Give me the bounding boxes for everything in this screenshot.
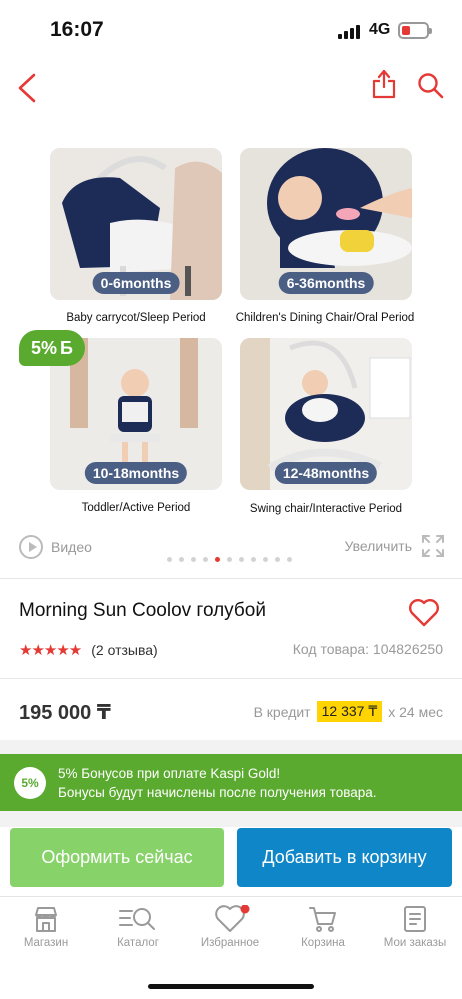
play-icon — [19, 535, 43, 559]
pagination-dot[interactable] — [287, 557, 292, 562]
gallery-tile-swing: 12-48months — [240, 338, 412, 490]
tab-store[interactable]: Магазин — [0, 905, 92, 949]
gallery-tile-dining-chair: 6-36months — [240, 148, 412, 300]
status-time: 16:07 — [50, 18, 104, 41]
tab-label: Магазин — [23, 937, 69, 949]
gallery-pagination[interactable] — [167, 557, 292, 562]
search-icon[interactable] — [417, 72, 445, 100]
pagination-dot[interactable] — [179, 557, 184, 562]
discount-badge: 5% Б — [19, 330, 85, 366]
age-badge: 0-6months — [92, 272, 180, 294]
tile-caption: Children's Dining Chair/Oral Period — [235, 312, 415, 324]
tab-favorites[interactable]: Избранное — [184, 905, 276, 949]
pagination-dot[interactable] — [251, 557, 256, 562]
tab-orders[interactable]: Мои заказы — [369, 905, 461, 949]
product-title: Morning Sun Coolov голубой — [19, 600, 266, 621]
discount-percent: 5% — [31, 337, 58, 358]
expand-icon — [422, 535, 444, 557]
orders-icon — [404, 906, 426, 932]
catalog-search-icon — [119, 908, 155, 930]
video-label: Видео — [51, 539, 92, 555]
product-price: 195 000 ₸ — [19, 702, 111, 724]
tab-catalog[interactable]: Каталог — [92, 905, 184, 949]
video-button[interactable]: Видео — [19, 535, 92, 559]
tile-caption: Baby carrycot/Sleep Period — [66, 312, 206, 324]
pagination-dot[interactable] — [275, 557, 280, 562]
credit-term: х 24 мес — [388, 703, 443, 720]
pagination-dot[interactable] — [167, 557, 172, 562]
buy-now-button[interactable]: Оформить сейчас — [10, 828, 224, 887]
divider — [0, 678, 462, 679]
product-rating[interactable]: ★★★★★ (2 отзыва) — [19, 641, 158, 659]
add-to-cart-button[interactable]: Добавить в корзину — [237, 828, 452, 887]
age-badge: 10-18months — [84, 462, 188, 484]
favorite-heart-icon[interactable] — [408, 598, 440, 628]
cart-icon — [309, 907, 336, 932]
age-badge: 12-48months — [274, 462, 378, 484]
rating-stars: ★★★★★ — [19, 642, 82, 659]
section-separator — [0, 740, 462, 754]
tab-label: Каталог — [117, 937, 159, 949]
age-badge: 6-36months — [278, 272, 374, 294]
bonus-banner: 5% 5% Бонусов при оплате Kaspi Gold! Бон… — [0, 754, 462, 811]
store-icon — [35, 907, 57, 932]
credit-amount: 12 337 ₸ — [316, 701, 383, 722]
network-label: 4G — [369, 21, 391, 38]
zoom-label: Увеличить — [344, 538, 412, 554]
share-icon[interactable] — [372, 68, 396, 100]
status-bar: 16:07 4G — [0, 0, 462, 56]
bonus-line-1: 5% Бонусов при оплате Kaspi Gold! — [58, 766, 281, 781]
home-indicator — [148, 984, 314, 989]
notification-dot — [240, 905, 250, 914]
tab-cart[interactable]: Корзина — [277, 905, 369, 949]
credit-prefix: В кредит — [253, 703, 311, 720]
top-navigation — [0, 60, 462, 116]
pagination-dot[interactable] — [203, 557, 208, 562]
bonus-line-2: Бонусы будут начислены после получения т… — [58, 785, 377, 800]
credit-info[interactable]: В кредит 12 337 ₸ х 24 мес — [254, 701, 443, 722]
tile-caption: Swing chair/Interactive Period — [249, 503, 403, 515]
reviews-link[interactable]: (2 отзыва) — [91, 642, 157, 658]
tab-label: Мои заказы — [383, 937, 447, 949]
bonus-badge: 5% — [14, 767, 46, 799]
heart-icon — [215, 905, 250, 932]
section-separator — [0, 811, 462, 827]
pagination-dot[interactable] — [239, 557, 244, 562]
signal-icon — [338, 25, 360, 39]
pagination-dot[interactable] — [227, 557, 232, 562]
zoom-button[interactable]: Увеличить — [344, 535, 444, 557]
pagination-dot[interactable] — [191, 557, 196, 562]
bonus-currency-icon: Б — [60, 337, 73, 358]
tab-label: Избранное — [200, 937, 260, 949]
tab-label: Корзина — [301, 937, 345, 949]
battery-icon — [398, 22, 432, 39]
back-arrow-icon[interactable] — [16, 72, 38, 104]
pagination-dot[interactable] — [215, 557, 220, 562]
pagination-dot[interactable] — [263, 557, 268, 562]
divider — [0, 578, 462, 579]
product-code: Код товара: 104826250 — [292, 641, 443, 657]
tile-caption: Toddler/Active Period — [81, 502, 191, 514]
gallery-controls: Видео Увеличить — [0, 535, 462, 563]
gallery-tile-carrycot: 0-6months — [50, 148, 222, 300]
